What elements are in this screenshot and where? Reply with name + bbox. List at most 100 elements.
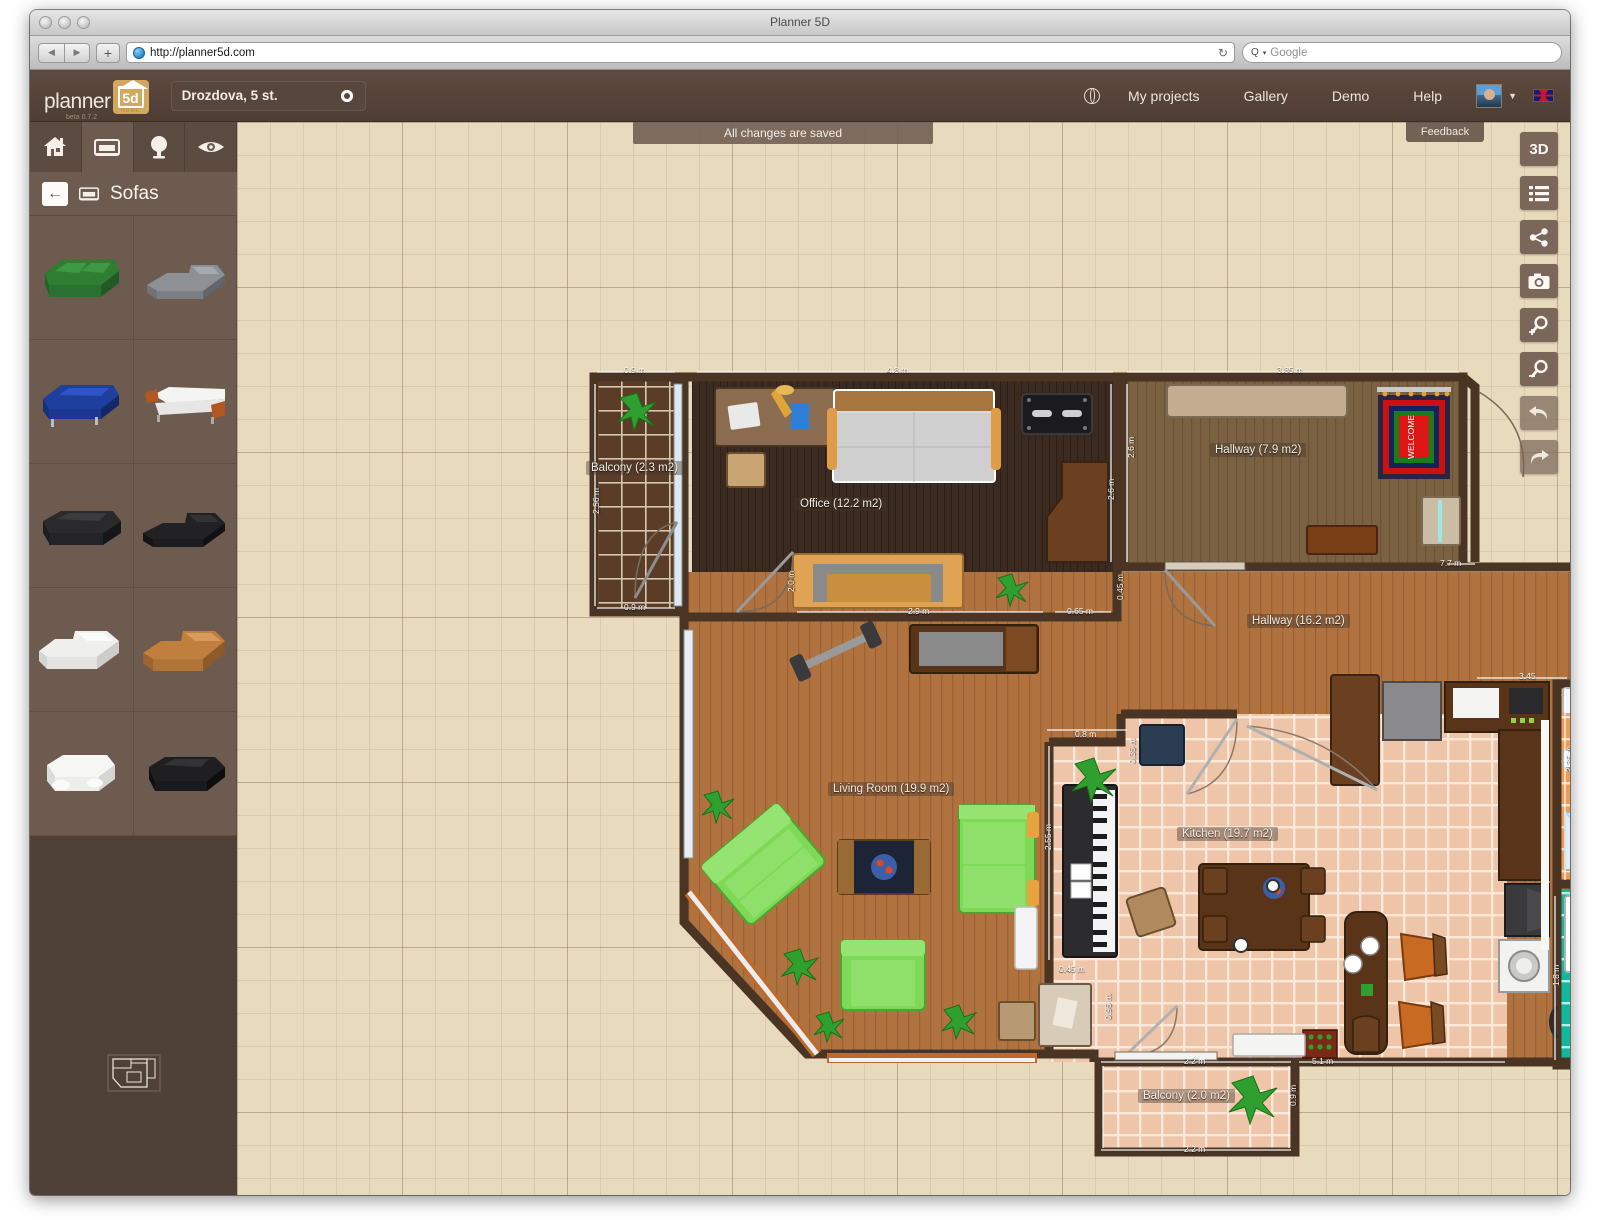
house-icon xyxy=(44,137,67,156)
sofa-black-loveseat[interactable] xyxy=(133,712,237,836)
dim-hallway-small-width: 3.85 m xyxy=(1277,365,1303,375)
reload-icon[interactable]: ↻ xyxy=(1218,46,1228,60)
left-sidebar: ← Sofas xyxy=(30,122,237,1195)
dim-bathroom-left: 1.8 m xyxy=(1551,964,1561,986)
dim-balcony-bottom-right: 0.9 m xyxy=(1288,1084,1298,1106)
floorplan-canvas[interactable]: All changes are saved Feedback 3D WELCOM… xyxy=(237,122,1570,1195)
dim-office-sofa: 2.0 m xyxy=(786,570,796,592)
sofa-black-sectional[interactable] xyxy=(133,464,237,588)
sofa-white-armchair[interactable] xyxy=(30,712,134,836)
dim-kitchen-door: 0.8 m xyxy=(1075,729,1097,739)
room-label-office[interactable]: Office (12.2 m2) xyxy=(795,497,888,511)
window-title: Planner 5D xyxy=(769,15,831,29)
site-globe-icon xyxy=(133,46,145,59)
url-text: http://planner5d.com xyxy=(150,46,255,59)
project-selector[interactable]: Drozdova, 5 st. xyxy=(170,80,366,111)
app-header: planner beta 0.7.2 5d HOME Drozdova, 5 s… xyxy=(30,70,1570,122)
search-input[interactable]: Q ▾ Google xyxy=(1242,42,1562,63)
floorplan-svg: WELCOME xyxy=(589,371,1570,1157)
chevron-down-icon[interactable]: ▾ xyxy=(1263,49,1267,57)
dim-office-width: 4.8 m xyxy=(887,365,909,375)
sofa-white-sectional[interactable] xyxy=(30,588,134,712)
browser-window: Planner 5D ◀ ▶ + http://planner5d.com ↻ … xyxy=(30,10,1570,1195)
room-label-hallway-small[interactable]: Hallway (7.9 m2) xyxy=(1210,443,1307,457)
undo-button[interactable] xyxy=(1520,396,1558,430)
room-label-kitchen[interactable]: Kitchen (19.7 m2) xyxy=(1177,827,1278,841)
uk-flag-icon[interactable] xyxy=(1533,89,1554,102)
floorplan-minimap[interactable] xyxy=(30,836,237,1195)
logo-word-text: planner xyxy=(44,89,111,113)
sofa-white-wood-daybed[interactable] xyxy=(133,340,237,464)
nav-my-projects[interactable]: My projects xyxy=(1106,70,1222,122)
redo-button[interactable] xyxy=(1520,440,1558,474)
zoom-out-icon xyxy=(1528,359,1548,377)
sofa-tan-sectional[interactable] xyxy=(133,588,237,712)
avatar[interactable] xyxy=(1476,83,1503,108)
room-label-balcony-bottom[interactable]: Balcony (2.0 m2) xyxy=(1138,1089,1235,1103)
save-status: All changes are saved xyxy=(633,122,933,144)
header-nav: My projects Gallery Demo Help ▼ xyxy=(1083,70,1554,122)
forward-button[interactable]: ▶ xyxy=(64,42,90,63)
search-icon: Q xyxy=(1251,47,1259,58)
add-tab-button[interactable]: + xyxy=(96,42,120,63)
dim-office-right: 0.65 m xyxy=(1067,606,1093,616)
tool-tab-plants[interactable] xyxy=(134,122,186,172)
undo-icon xyxy=(1529,406,1548,420)
browser-titlebar: Planner 5D xyxy=(30,10,1570,36)
tool-tab-furniture[interactable] xyxy=(81,122,134,172)
zoom-out-button[interactable] xyxy=(1520,352,1558,386)
panel-title: Sofas xyxy=(110,182,159,204)
dim-hallway-wall: 7.7 m xyxy=(1440,558,1462,568)
tool-tab-rooms[interactable] xyxy=(30,122,82,172)
dim-office-inner-width: 2.9 m xyxy=(908,606,930,616)
dim-balcony-bottom-top: 2.2 m xyxy=(1184,1056,1206,1066)
sofa-grey-sectional[interactable] xyxy=(133,216,237,340)
view-3d-button[interactable]: 3D xyxy=(1520,132,1558,166)
sofa-blue-2seat[interactable] xyxy=(30,340,134,464)
gear-icon[interactable] xyxy=(339,88,355,104)
chevron-down-icon[interactable]: ▼ xyxy=(1508,91,1517,101)
dim-balcony-top-height: 2.56 m xyxy=(591,488,601,514)
tool-tabs xyxy=(30,122,237,172)
dim-balcony-bottom-bottom: 2.2 m xyxy=(1184,1144,1206,1154)
back-button[interactable]: ◀ xyxy=(38,42,64,63)
dim-hallway-offset: 0.45 m xyxy=(1115,574,1125,600)
planner5d-logo[interactable]: planner beta 0.7.2 5d HOME xyxy=(44,79,149,121)
logo-badge-text: 5d xyxy=(122,89,139,106)
tree-icon xyxy=(150,136,167,159)
room-label-living-room[interactable]: Living Room (19.9 m2) xyxy=(828,782,955,796)
snapshot-button[interactable] xyxy=(1520,264,1558,298)
logo-badge-sub: HOME xyxy=(121,107,141,114)
share-button[interactable] xyxy=(1520,220,1558,254)
project-name: Drozdova, 5 st. xyxy=(181,88,278,103)
logo-beta-text: beta 0.7.2 xyxy=(66,113,98,121)
globe-icon[interactable] xyxy=(1083,87,1100,104)
dim-living-sofa: 2.55 m xyxy=(1043,824,1053,850)
dim-balcony-top-width-bottom: 0.9 m xyxy=(624,602,646,612)
back-button-panel[interactable]: ← xyxy=(42,181,68,206)
tool-tab-view[interactable] xyxy=(185,122,237,172)
list-button[interactable] xyxy=(1520,176,1558,210)
dim-office-height: 2.6 m xyxy=(1106,478,1116,500)
dim-kitchen-small: 0.35 m xyxy=(1127,738,1137,764)
browser-toolbar: ◀ ▶ + http://planner5d.com ↻ Q ▾ Google xyxy=(30,36,1570,70)
share-icon xyxy=(1529,227,1548,247)
nav-gallery[interactable]: Gallery xyxy=(1222,70,1310,122)
room-label-hallway-large[interactable]: Hallway (16.2 m2) xyxy=(1247,614,1350,628)
feedback-tab[interactable]: Feedback xyxy=(1406,122,1484,142)
logo-wordmark: planner beta 0.7.2 xyxy=(44,89,111,121)
sofa-green-2seat[interactable] xyxy=(30,216,134,340)
right-toolbar: 3D xyxy=(1520,132,1558,474)
floorplan-drawing[interactable]: WELCOME Balcony (2.3 m2) Office (12.2 m2… xyxy=(237,122,1570,1195)
dim-balcony-bottom-left: 0.95 m xyxy=(1103,994,1113,1020)
zoom-in-button[interactable] xyxy=(1520,308,1558,342)
nav-help[interactable]: Help xyxy=(1391,70,1464,122)
search-placeholder: Google xyxy=(1270,46,1308,59)
url-bar[interactable]: http://planner5d.com ↻ xyxy=(126,42,1235,63)
room-label-balcony-top[interactable]: Balcony (2.3 m2) xyxy=(586,461,683,475)
furniture-thumbnail-grid xyxy=(30,216,237,836)
welcome-mat-text: WELCOME xyxy=(1406,415,1416,459)
nav-demo[interactable]: Demo xyxy=(1310,70,1391,122)
list-icon xyxy=(1529,185,1549,201)
sofa-black-3seat[interactable] xyxy=(30,464,134,588)
